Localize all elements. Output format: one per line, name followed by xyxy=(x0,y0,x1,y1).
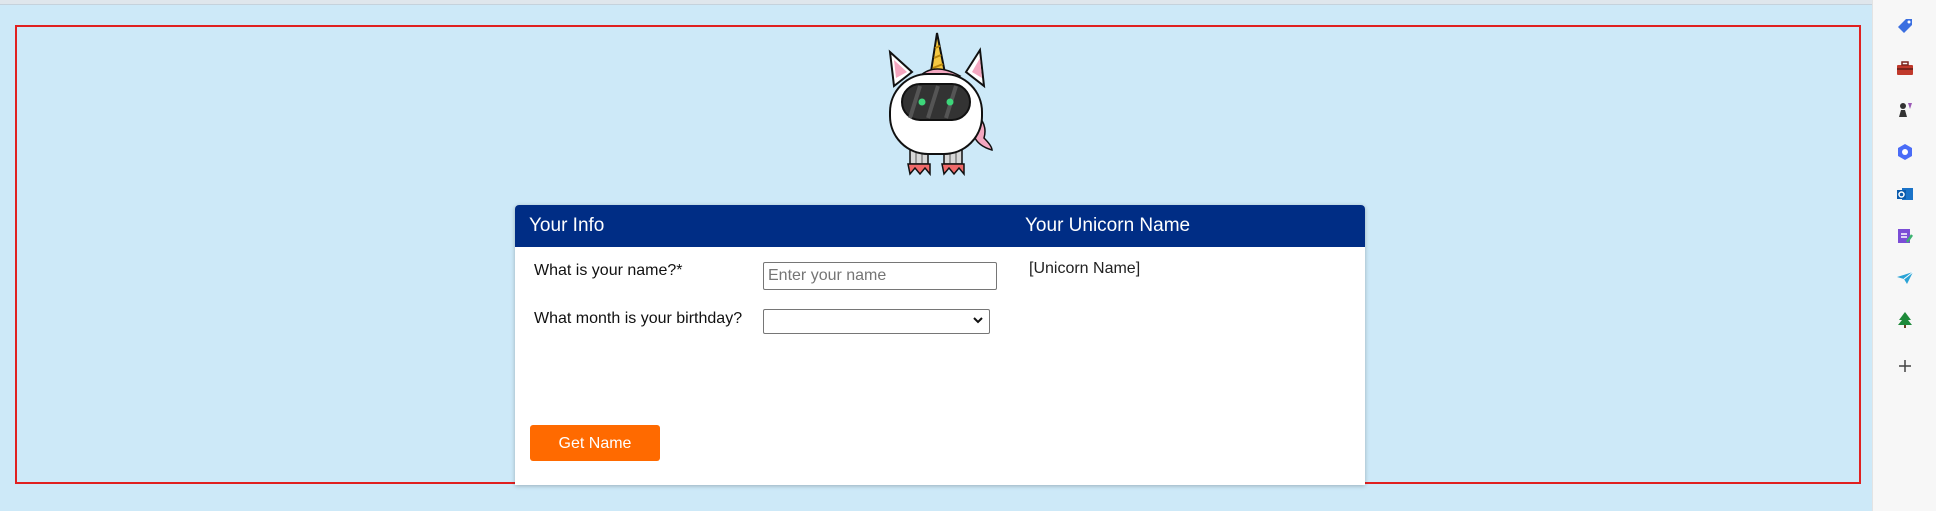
unicorn-name-result: [Unicorn Name] xyxy=(1029,260,1141,277)
browser-sidebar xyxy=(1872,0,1936,511)
unicorn-robot-icon xyxy=(888,32,993,177)
copilot-icon[interactable] xyxy=(1895,142,1915,162)
your-info-heading: Your Info xyxy=(529,215,605,236)
add-icon[interactable] xyxy=(1895,356,1915,376)
send-icon[interactable] xyxy=(1895,268,1915,288)
toolbox-icon[interactable] xyxy=(1895,58,1915,78)
tree-icon[interactable] xyxy=(1895,310,1915,330)
name-label: What is your name?* xyxy=(534,262,683,279)
chevron-down-icon xyxy=(973,317,983,324)
chess-icon[interactable] xyxy=(1895,100,1915,120)
birthday-month-label: What month is your birthday? xyxy=(534,310,743,327)
get-name-button[interactable]: Get Name xyxy=(530,425,660,461)
tag-icon[interactable] xyxy=(1895,16,1915,36)
your-unicorn-name-heading: Your Unicorn Name xyxy=(1025,215,1191,236)
outlook-icon[interactable] xyxy=(1895,184,1915,204)
unicorn-form-card: Your Info Your Unicorn Name What is your… xyxy=(515,205,1365,485)
card-header: Your Info Your Unicorn Name xyxy=(515,205,1365,247)
notes-icon[interactable] xyxy=(1895,226,1915,246)
name-input[interactable] xyxy=(763,262,997,290)
birthday-month-select[interactable] xyxy=(763,309,990,334)
top-border xyxy=(0,0,1872,5)
